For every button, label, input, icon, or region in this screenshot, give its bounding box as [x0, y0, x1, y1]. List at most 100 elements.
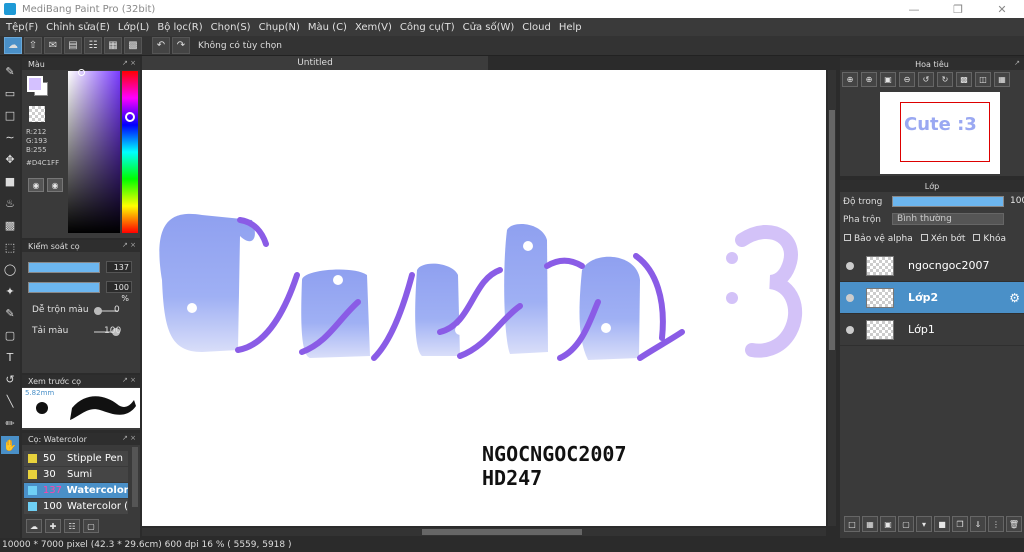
brush-list-scrollbar[interactable] [132, 447, 138, 507]
new-layer-icon[interactable]: □ [844, 516, 860, 532]
menu-layer[interactable]: Lớp(L) [114, 22, 153, 33]
sv-cursor[interactable] [78, 69, 85, 76]
eyedropper-tool-icon[interactable]: ✏ [1, 414, 19, 432]
merge-down-icon[interactable]: ⇓ [970, 516, 986, 532]
transparent-swatch[interactable] [29, 106, 45, 122]
cloud-icon[interactable]: ☁ [4, 37, 22, 54]
foreground-color-swatch[interactable] [27, 76, 43, 92]
dot-tool-icon[interactable]: ∼ [1, 128, 19, 146]
menu-view[interactable]: Xem(V) [351, 22, 396, 33]
brush-size-slider[interactable] [28, 262, 100, 273]
hue-slider[interactable] [122, 71, 138, 233]
menu-cloud[interactable]: Cloud [518, 22, 555, 33]
canvas-horizontal-scrollbar[interactable] [142, 528, 826, 536]
lasso-tool-icon[interactable]: ◯ [1, 260, 19, 278]
brush-settings-icon[interactable]: ☷ [64, 519, 80, 533]
settings-grid-icon[interactable]: ▩ [124, 37, 142, 54]
layer-row[interactable]: ngocngoc2007 [840, 250, 1024, 282]
zoom-out-icon[interactable]: ⊖ [899, 72, 915, 87]
redo-icon[interactable]: ↷ [172, 37, 190, 54]
clipping-checkbox[interactable]: Xén bớt [920, 234, 965, 244]
maximize-button[interactable]: ❐ [936, 0, 980, 18]
panel-menu-icon[interactable]: ↗ × [122, 376, 136, 384]
palette-add-icon[interactable]: ◉ [47, 178, 63, 192]
menu-select[interactable]: Chọn(S) [207, 22, 255, 33]
brush-item-selected[interactable]: 137 Watercolor [24, 483, 128, 498]
brush-tool-icon[interactable]: ✎ [1, 62, 19, 80]
canvas-vertical-scrollbar[interactable] [828, 70, 836, 526]
zoom-in-icon[interactable]: ⊕ [842, 72, 858, 87]
rotate-left-icon[interactable]: ↺ [918, 72, 934, 87]
panel-menu-icon[interactable]: ↗ [1014, 59, 1020, 67]
grid-icon[interactable]: ▦ [104, 37, 122, 54]
undo-icon[interactable]: ↶ [152, 37, 170, 54]
zoom-in-alt-icon[interactable]: ⊕ [861, 72, 877, 87]
panel-menu-icon[interactable]: ↗ × [122, 59, 136, 67]
visibility-icon[interactable] [846, 293, 854, 302]
panel-menu-icon[interactable]: ↗ × [122, 241, 136, 249]
rectangle-tool-icon[interactable]: □ [1, 106, 19, 124]
bucket-tool-icon[interactable]: ♨ [1, 194, 19, 212]
brush-size-value[interactable]: 137 [106, 261, 132, 273]
horizontal-scroll-thumb[interactable] [422, 529, 582, 535]
minimize-button[interactable]: — [892, 0, 936, 18]
brush-opacity-value[interactable]: 100 % [106, 281, 132, 303]
layer-row[interactable]: Lớp1 [840, 314, 1024, 346]
brush-item[interactable]: 50 Stipple Pen [24, 451, 128, 466]
menu-window[interactable]: Cửa số(W) [459, 22, 519, 33]
divide-tool-icon[interactable]: ╲ [1, 392, 19, 410]
magic-wand-tool-icon[interactable]: ✦ [1, 282, 19, 300]
share-icon[interactable]: ⇧ [24, 37, 42, 54]
protect-alpha-checkbox[interactable]: Bảo vệ alpha [844, 234, 913, 244]
menu-filter[interactable]: Bộ lọc(R) [153, 22, 206, 33]
visibility-icon[interactable] [846, 261, 854, 270]
menu-capture[interactable]: Chụp(N) [255, 22, 304, 33]
vertical-scroll-thumb[interactable] [829, 110, 835, 350]
chat-icon[interactable]: ▤ [64, 37, 82, 54]
rotate-right-icon[interactable]: ↻ [937, 72, 953, 87]
close-button[interactable]: ✕ [980, 0, 1024, 18]
select-rect-tool-icon[interactable]: ⬚ [1, 238, 19, 256]
drawing-canvas[interactable]: NGOCNGOC2007 HD247 [142, 70, 826, 526]
visibility-icon[interactable] [846, 325, 854, 334]
menu-tools[interactable]: Công cụ(T) [396, 22, 459, 33]
hue-cursor[interactable] [125, 112, 135, 122]
menu-file[interactable]: Tệp(F) [2, 22, 42, 33]
layer-menu-icon[interactable]: ⋮ [988, 516, 1004, 532]
lock-checkbox[interactable]: Khóa [973, 234, 1006, 244]
brush-opacity-slider[interactable] [28, 282, 100, 293]
palette-icon[interactable]: ◉ [28, 178, 44, 192]
document-icon[interactable]: ☷ [84, 37, 102, 54]
fill-rect-tool-icon[interactable]: ■ [1, 172, 19, 190]
gear-icon[interactable]: ⚙ [1009, 291, 1020, 305]
brush-folder-icon[interactable]: ▢ [83, 519, 99, 533]
layer-row-selected[interactable]: Lớp2 ⚙ [840, 282, 1024, 314]
add-layer-dropdown-icon[interactable]: ▾ [916, 516, 932, 532]
delete-layer-icon[interactable]: 🗑 [1006, 516, 1022, 532]
move-tool-icon[interactable]: ✥ [1, 150, 19, 168]
layer-opacity-slider[interactable] [892, 196, 1004, 207]
eraser-tool-icon[interactable]: ▭ [1, 84, 19, 102]
new-1bit-layer-icon[interactable]: ▢ [898, 516, 914, 532]
select-eraser-tool-icon[interactable]: ▢ [1, 326, 19, 344]
gradient-tool-icon[interactable]: ▩ [1, 216, 19, 234]
navigator-thumbnail[interactable]: Cute :3 [880, 92, 1000, 174]
duplicate-layer-icon[interactable]: ❐ [952, 516, 968, 532]
text-tool-icon[interactable]: T [1, 348, 19, 366]
operation-tool-icon[interactable]: ↺ [1, 370, 19, 388]
more-icon[interactable]: ▦ [994, 72, 1010, 87]
menu-edit[interactable]: Chỉnh sửa(E) [42, 22, 114, 33]
hand-tool-icon[interactable]: ✋ [1, 436, 19, 454]
fit-icon[interactable]: ▣ [880, 72, 896, 87]
menu-color[interactable]: Màu (C) [304, 22, 351, 33]
saturation-value-picker[interactable] [68, 71, 120, 233]
new-8bit-layer-icon[interactable]: ▣ [880, 516, 896, 532]
panel-menu-icon[interactable]: ↗ × [122, 434, 136, 442]
brush-cloud-icon[interactable]: ☁ [26, 519, 42, 533]
add-brush-icon[interactable]: ✚ [45, 519, 61, 533]
brush-item[interactable]: 30 Sumi [24, 467, 128, 482]
blend-knob[interactable] [94, 307, 102, 315]
flip-icon[interactable]: ◫ [975, 72, 991, 87]
reset-view-icon[interactable]: ▩ [956, 72, 972, 87]
select-pen-tool-icon[interactable]: ✎ [1, 304, 19, 322]
